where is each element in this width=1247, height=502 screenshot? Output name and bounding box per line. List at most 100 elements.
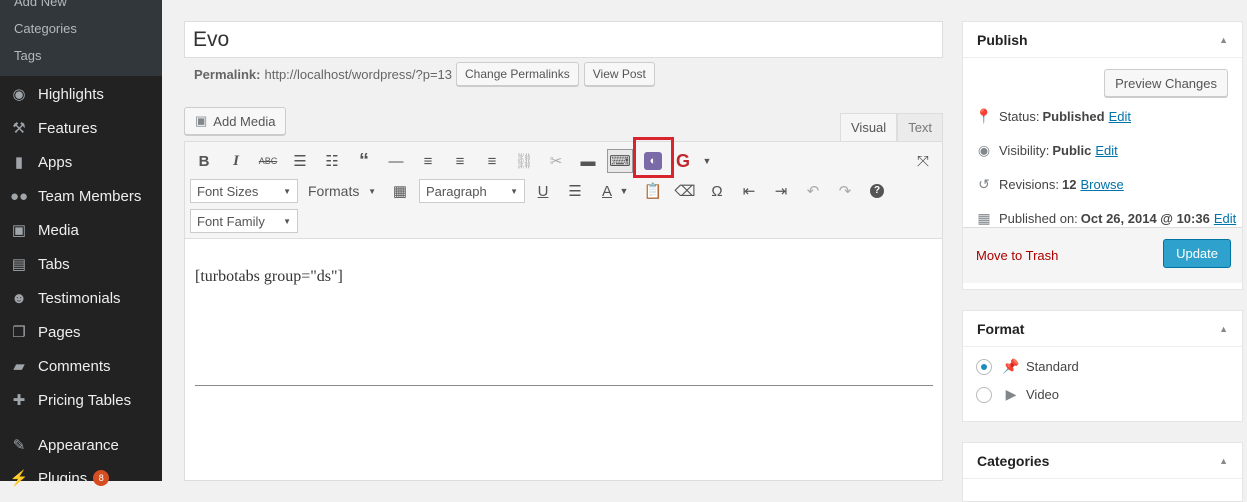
- person-icon: ☻: [11, 289, 27, 307]
- eye-icon: ◉: [977, 142, 991, 158]
- blockquote-icon[interactable]: “: [352, 149, 376, 173]
- highlight-box: [633, 137, 674, 178]
- submenu-add-new[interactable]: Add New: [14, 0, 67, 9]
- collapse-arrow-icon: ▲: [1219, 323, 1228, 334]
- sidebar-item-label: Pricing Tables: [38, 391, 132, 409]
- video-label: Video: [1026, 387, 1060, 402]
- redo-icon[interactable]: ↷: [833, 179, 857, 203]
- sidebar-item-pages[interactable]: ❐ Pages: [0, 315, 162, 349]
- chevron-down-icon[interactable]: ▼: [617, 179, 631, 203]
- post-title-input[interactable]: Evo: [184, 21, 943, 58]
- tab-visual[interactable]: Visual: [840, 113, 898, 141]
- format-option-standard[interactable]: 📌 Standard: [976, 358, 1079, 375]
- admin-sidebar: Add New Categories Tags ◉ Highlights ⚒ Fea…: [0, 0, 162, 487]
- sidebar-item-highlights[interactable]: ◉ Highlights: [0, 77, 162, 111]
- justify-icon[interactable]: ☰: [563, 179, 587, 203]
- help-icon[interactable]: ?: [865, 179, 889, 203]
- submenu-tags[interactable]: Tags: [14, 48, 41, 63]
- categories-title: Categories: [977, 452, 1050, 469]
- outdent-icon[interactable]: ⇤: [737, 179, 761, 203]
- fullscreen-icon[interactable]: ⤧: [911, 149, 935, 173]
- sidebar-item-testimonials[interactable]: ☻ Testimonials: [0, 281, 162, 315]
- view-post-button[interactable]: View Post: [583, 62, 655, 86]
- change-permalinks-button[interactable]: Change Permalinks: [456, 62, 579, 86]
- sidebar-item-media[interactable]: ▣ Media: [0, 213, 162, 247]
- toolbar-toggle-icon[interactable]: ⌨: [607, 149, 633, 173]
- sidebar-item-label: Appearance: [38, 436, 119, 454]
- standard-radio[interactable]: [976, 358, 992, 375]
- standard-label: Standard: [1026, 359, 1079, 374]
- font-sizes-label: Font Sizes: [197, 183, 259, 199]
- read-more-icon[interactable]: ▬: [576, 149, 600, 173]
- link-icon[interactable]: ⛓: [512, 149, 536, 173]
- content-divider: [195, 385, 933, 386]
- browse-revisions-link[interactable]: Browse: [1080, 177, 1123, 192]
- edit-visibility-link[interactable]: Edit: [1095, 143, 1117, 158]
- sidebar-item-label: Pages: [38, 323, 81, 341]
- sidebar-item-comments[interactable]: ▰ Comments: [0, 349, 162, 383]
- paste-text-icon[interactable]: 📋: [641, 179, 665, 203]
- sidebar-item-label: Tabs: [38, 255, 70, 273]
- sidebar-item-label: Team Members: [38, 187, 142, 205]
- underline-icon[interactable]: U: [531, 179, 555, 203]
- sidebar-item-pricing-tables[interactable]: ✚ Pricing Tables: [0, 383, 162, 417]
- chevron-down-icon[interactable]: ▼: [695, 149, 719, 173]
- horizontal-line-icon[interactable]: —: [384, 149, 408, 173]
- video-icon: ▶: [1005, 386, 1017, 402]
- strikethrough-icon[interactable]: ABC: [256, 149, 280, 173]
- bold-icon[interactable]: B: [192, 149, 216, 173]
- sidebar-item-features[interactable]: ⚒ Features: [0, 111, 162, 145]
- grammar-plugin-icon[interactable]: G: [671, 149, 695, 173]
- paragraph-select[interactable]: Paragraph ▼: [419, 179, 525, 203]
- permalink-label: Permalink:: [194, 66, 261, 82]
- chevron-down-icon: ▼: [368, 186, 376, 196]
- video-radio[interactable]: [976, 386, 992, 403]
- posts-submenu: Add New Categories Tags: [0, 0, 162, 76]
- permalink-url[interactable]: http://localhost/wordpress/?p=13: [264, 67, 452, 82]
- format-option-video[interactable]: ▶ Video: [976, 386, 1059, 403]
- media-icon: ▣: [195, 113, 208, 128]
- align-center-icon[interactable]: ≡: [448, 149, 472, 173]
- preview-changes-button[interactable]: Preview Changes: [1104, 69, 1228, 97]
- post-editor: B I ABC ☰ ☷ “ — ≡ ≡ ≡ ⛓ ✂ ▬ ⌨ ◐ G ▼ ⤧ Fo…: [184, 141, 943, 481]
- sidebar-item-team-members[interactable]: ●● Team Members: [0, 179, 162, 213]
- chevron-down-icon: ▼: [283, 186, 291, 196]
- formats-dropdown[interactable]: Formats ▼: [302, 179, 382, 203]
- sidebar-item-tabs[interactable]: ▤ Tabs: [0, 247, 162, 281]
- clear-formatting-icon[interactable]: ⌫: [673, 179, 697, 203]
- status-row: 📍 Status: Published Edit: [973, 108, 1131, 125]
- indent-icon[interactable]: ⇥: [769, 179, 793, 203]
- align-right-icon[interactable]: ≡: [480, 149, 504, 173]
- sidebar-item-appearance[interactable]: ✎ Appearance: [0, 428, 162, 462]
- format-box: Format ▲ 📌 Standard ▶ Video: [962, 310, 1243, 422]
- pages-icon: ❐: [12, 324, 26, 341]
- media-embed-icon[interactable]: ▦: [388, 179, 412, 203]
- tools-icon: ⚒: [12, 120, 26, 137]
- undo-icon[interactable]: ↶: [801, 179, 825, 203]
- eye-icon: ◉: [12, 86, 26, 103]
- align-left-icon[interactable]: ≡: [416, 149, 440, 173]
- text-color-icon[interactable]: A: [595, 179, 619, 203]
- categories-header[interactable]: Categories ▲: [963, 443, 1242, 479]
- format-header[interactable]: Format ▲: [963, 311, 1242, 347]
- editor-content[interactable]: [turbotabs group="ds"]: [195, 268, 343, 286]
- bullet-list-icon[interactable]: ☰: [288, 149, 312, 173]
- edit-status-link[interactable]: Edit: [1109, 109, 1131, 124]
- sidebar-item-plugins[interactable]: ⚡ Plugins 8: [0, 461, 162, 495]
- brush-icon: ✎: [12, 437, 26, 454]
- update-button[interactable]: Update: [1163, 239, 1231, 268]
- numbered-list-icon[interactable]: ☷: [320, 149, 344, 173]
- visibility-row: ◉ Visibility: Public Edit: [973, 142, 1118, 159]
- font-family-select[interactable]: Font Family ▼: [190, 209, 298, 233]
- edit-date-link[interactable]: Edit: [1214, 211, 1236, 226]
- unlink-icon[interactable]: ✂: [544, 149, 568, 173]
- sidebar-item-apps[interactable]: ▮ Apps: [0, 145, 162, 179]
- italic-icon[interactable]: I: [224, 149, 248, 173]
- special-character-icon[interactable]: Ω: [705, 179, 729, 203]
- publish-header[interactable]: Publish ▲: [963, 22, 1242, 58]
- add-media-button[interactable]: ▣ Add Media: [184, 107, 287, 135]
- font-sizes-select[interactable]: Font Sizes ▼: [190, 179, 298, 203]
- submenu-categories[interactable]: Categories: [14, 21, 77, 36]
- move-to-trash-link[interactable]: Move to Trash: [976, 248, 1058, 263]
- tab-text[interactable]: Text: [897, 113, 944, 141]
